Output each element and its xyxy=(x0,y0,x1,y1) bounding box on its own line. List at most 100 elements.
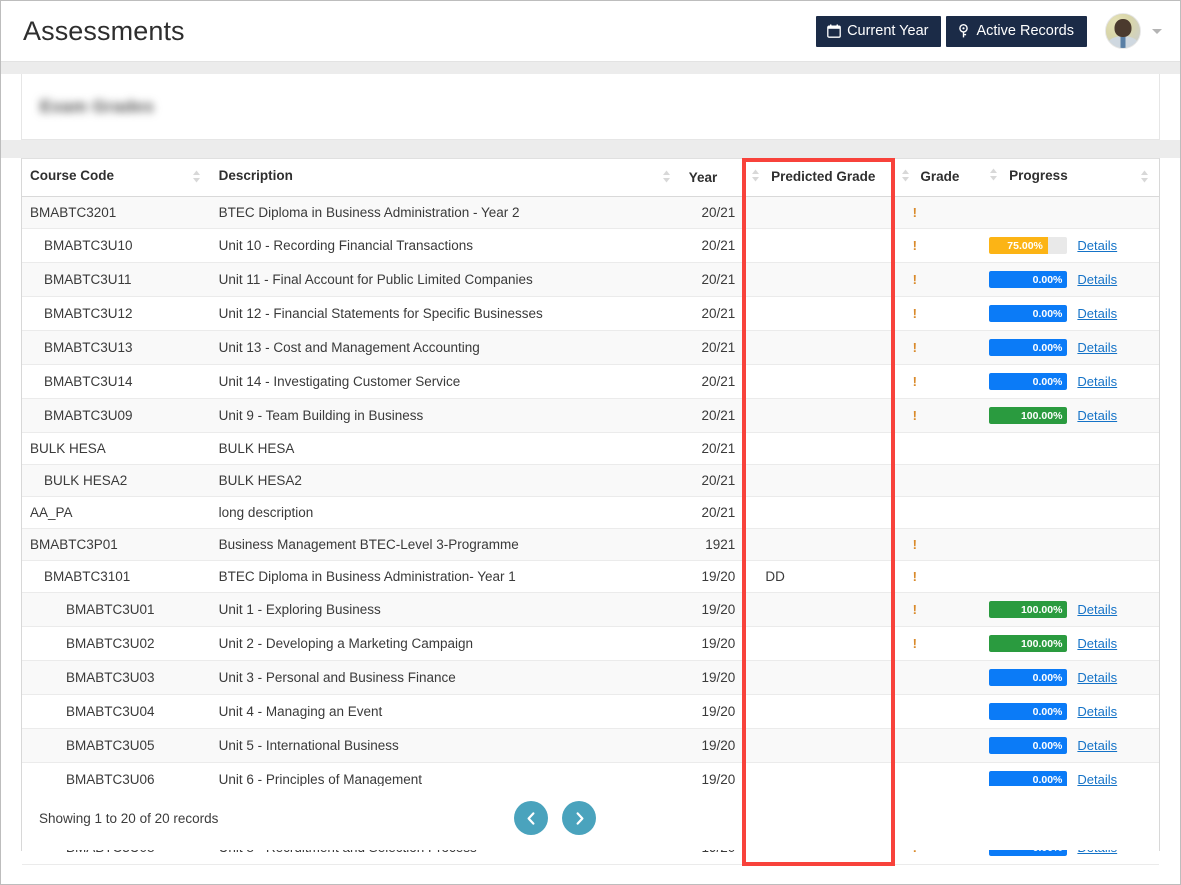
table-row[interactable]: BMABTC3U14 Unit 14 - Investigating Custom… xyxy=(22,364,1159,399)
panel-gutter xyxy=(1,140,1180,158)
details-link[interactable]: Details xyxy=(1077,704,1117,719)
cell-predicted-grade xyxy=(743,592,893,627)
avatar[interactable] xyxy=(1105,13,1141,49)
table-row[interactable]: BULK HESA BULK HESA 20/21 xyxy=(22,432,1159,465)
grade-warning-icon: ! xyxy=(912,602,917,617)
grade-warning-icon: ! xyxy=(912,408,917,423)
cell-progress: 0.00% Details xyxy=(981,728,1159,763)
column-header-description[interactable]: Description xyxy=(210,159,681,197)
cell-description: BTEC Diploma in Business Administration … xyxy=(210,196,681,229)
table-row[interactable]: BMABTC3U11 Unit 11 - Final Account for Pu… xyxy=(22,262,1159,297)
record-count-label: Showing 1 to 20 of 20 records xyxy=(39,810,219,826)
cell-grade xyxy=(892,660,982,695)
sort-icon-description[interactable] xyxy=(662,170,671,186)
cell-course-code: BMABTC3U13 xyxy=(22,330,211,365)
cell-progress: 0.00% Details xyxy=(981,694,1159,729)
cell-year: 20/21 xyxy=(680,432,744,465)
cell-grade: ! xyxy=(892,592,982,627)
user-menu[interactable] xyxy=(1105,13,1162,49)
sort-icon-progress[interactable] xyxy=(1140,170,1149,186)
table-row[interactable]: AA_PA long description 20/21 xyxy=(22,496,1159,529)
cell-grade: ! xyxy=(892,528,982,561)
table-row[interactable]: BMABTC3U10 Unit 10 - Recording Financial … xyxy=(22,228,1159,263)
sort-icon-grade[interactable] xyxy=(901,169,910,185)
table-row[interactable]: BMABTC3201 BTEC Diploma in Business Admin… xyxy=(22,196,1159,229)
sort-icon-course-code[interactable] xyxy=(192,170,201,186)
cell-progress xyxy=(981,528,1159,561)
progress-group: 0.00% Details xyxy=(989,305,1151,322)
column-header-year[interactable]: Year xyxy=(680,159,744,197)
details-link[interactable]: Details xyxy=(1077,306,1117,321)
cell-course-code: BMABTC3U14 xyxy=(22,364,211,399)
grade-warning-icon: ! xyxy=(912,306,917,321)
cell-grade: ! xyxy=(892,330,982,365)
details-link[interactable]: Details xyxy=(1077,670,1117,685)
progress-bar-fill: 75.00% xyxy=(989,237,1048,254)
details-link[interactable]: Details xyxy=(1077,374,1117,389)
cell-progress: 0.00% Details xyxy=(981,296,1159,331)
progress-bar-track: 0.00% xyxy=(989,339,1068,356)
table-row[interactable]: BMABTC3101 BTEC Diploma in Business Admin… xyxy=(22,560,1159,593)
details-link[interactable]: Details xyxy=(1077,772,1117,787)
table-row[interactable]: BMABTC3U05 Unit 5 - International Busines… xyxy=(22,728,1159,763)
progress-bar-fill: 0.00% xyxy=(989,271,1068,288)
active-records-button[interactable]: Active Records xyxy=(946,15,1087,47)
current-year-button[interactable]: Current Year xyxy=(816,15,942,47)
details-link[interactable]: Details xyxy=(1077,636,1117,651)
details-link[interactable]: Details xyxy=(1077,272,1117,287)
cell-description: Unit 14 - Investigating Customer Service xyxy=(210,364,681,399)
assessments-table: Course Code Description Year Predicted G… xyxy=(22,159,1159,865)
cell-year: 20/21 xyxy=(680,296,744,331)
cell-course-code: BMABTC3U04 xyxy=(22,694,211,729)
cell-course-code: BMABTC3101 xyxy=(22,560,211,593)
page-title: Assessments xyxy=(23,15,185,46)
cell-progress: 0.00% Details xyxy=(981,330,1159,365)
sort-icon-progress-left[interactable] xyxy=(989,168,998,184)
column-header-course-code[interactable]: Course Code xyxy=(22,159,211,197)
cell-grade xyxy=(892,694,982,729)
table-row[interactable]: BMABTC3U04 Unit 4 - Managing an Event 19/2… xyxy=(22,694,1159,729)
column-header-predicted-grade[interactable]: Predicted Grade xyxy=(743,159,893,197)
progress-bar-fill: 100.00% xyxy=(989,601,1068,618)
cell-course-code: AA_PA xyxy=(22,496,211,529)
cell-course-code: BMABTC3U09 xyxy=(22,398,211,433)
details-link[interactable]: Details xyxy=(1077,602,1117,617)
cell-grade: ! xyxy=(892,626,982,661)
cell-predicted-grade xyxy=(743,330,893,365)
cell-grade xyxy=(892,432,982,465)
table-row[interactable]: BULK HESA2 BULK HESA2 20/21 xyxy=(22,464,1159,497)
details-link[interactable]: Details xyxy=(1077,408,1117,423)
table-row[interactable]: BMABTC3U09 Unit 9 - Team Building in Busi… xyxy=(22,398,1159,433)
next-page-button[interactable] xyxy=(562,801,597,835)
previous-page-button[interactable] xyxy=(514,801,549,835)
column-header-grade[interactable]: Grade xyxy=(892,159,982,197)
cell-year: 20/21 xyxy=(680,464,744,497)
table-row[interactable]: BMABTC3U12 Unit 12 - Financial Statements… xyxy=(22,296,1159,331)
details-link[interactable]: Details xyxy=(1077,238,1117,253)
cell-description: Business Management BTEC-Level 3-Program… xyxy=(210,528,681,561)
progress-bar-track: 100.00% xyxy=(989,601,1068,618)
table-row[interactable]: BMABTC3P01 Business Management BTEC-Level… xyxy=(22,528,1159,561)
cell-course-code: BULK HESA xyxy=(22,432,211,465)
grade-warning-icon: ! xyxy=(912,340,917,355)
details-link[interactable]: Details xyxy=(1077,340,1117,355)
sort-icon-predicted-grade[interactable] xyxy=(751,169,760,185)
cell-course-code: BMABTC3P01 xyxy=(22,528,211,561)
grade-warning-icon: ! xyxy=(912,205,917,220)
table-row[interactable]: BMABTC3U03 Unit 3 - Personal and Business… xyxy=(22,660,1159,695)
progress-bar-fill: 0.00% xyxy=(989,339,1068,356)
progress-bar-track: 0.00% xyxy=(989,305,1068,322)
table-row[interactable]: BMABTC3U13 Unit 13 - Cost and Management … xyxy=(22,330,1159,365)
cell-description: Unit 12 - Financial Statements for Speci… xyxy=(210,296,681,331)
column-header-progress[interactable]: Progress xyxy=(981,159,1159,197)
progress-bar-fill: 0.00% xyxy=(989,737,1068,754)
chevron-down-icon[interactable] xyxy=(1152,28,1162,34)
cell-predicted-grade xyxy=(743,364,893,399)
details-link[interactable]: Details xyxy=(1077,738,1117,753)
table-row[interactable]: BMABTC3U01 Unit 1 - Exploring Business 19/… xyxy=(22,592,1159,627)
progress-bar-fill: 0.00% xyxy=(989,703,1068,720)
assessments-table-card: Course Code Description Year Predicted G… xyxy=(21,158,1160,866)
cell-course-code: BMABTC3U10 xyxy=(22,228,211,263)
table-row[interactable]: BMABTC3U02 Unit 2 - Developing a Marketin… xyxy=(22,626,1159,661)
app-header: Assessments Current Year Active Records xyxy=(1,1,1180,62)
